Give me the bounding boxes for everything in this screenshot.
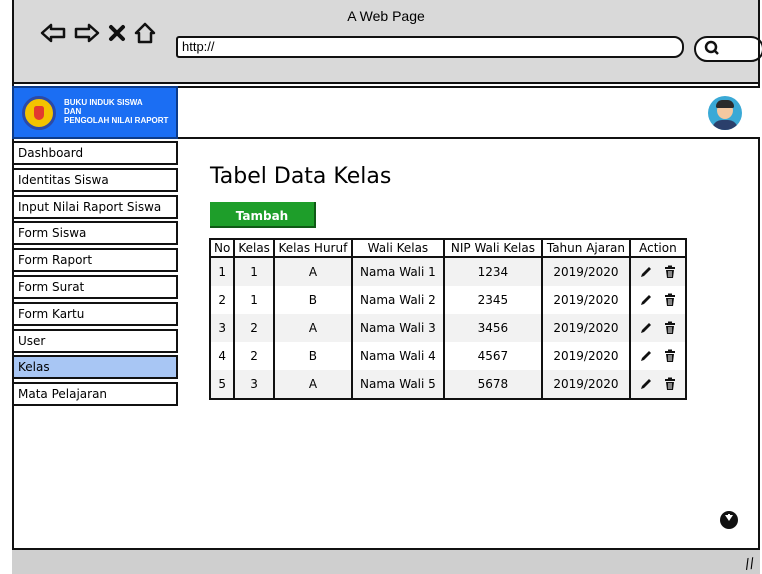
cell-action [628, 370, 687, 399]
cell-tahun-ajaran: 2019/2020 [540, 286, 631, 314]
table-row: 2 1 B Nama Wali 2 2345 2019/2020 [208, 286, 687, 314]
sidebar-item-dashboard[interactable]: Dashboard [12, 141, 178, 165]
user-avatar[interactable] [708, 96, 742, 130]
edit-pencil-icon[interactable] [639, 265, 653, 279]
brand-line-2: DAN [64, 107, 82, 116]
column-header-nip-wali-kelas: NIP Wali Kelas [442, 238, 543, 258]
cell-kelas-huruf: A [272, 257, 353, 286]
delete-trash-icon[interactable] [663, 377, 677, 391]
sidebar-item-identitas-siswa[interactable]: Identitas Siswa [12, 167, 178, 192]
cell-tahun-ajaran: 2019/2020 [540, 257, 631, 286]
cell-nip: 3456 [442, 314, 543, 342]
column-header-tahun-ajaran: Tahun Ajaran [540, 238, 631, 258]
top-header-bar [178, 86, 760, 139]
school-logo-icon [22, 96, 56, 130]
column-header-action: Action [628, 238, 687, 258]
cell-nip: 1234 [442, 257, 543, 286]
cell-wali-kelas: Nama Wali 1 [350, 257, 445, 286]
edit-pencil-icon[interactable] [639, 293, 653, 307]
sidebar-item-form-kartu[interactable]: Form Kartu [12, 301, 178, 326]
table-row: 5 3 A Nama Wali 5 5678 2019/2020 [208, 370, 687, 399]
cell-kelas: 3 [233, 370, 275, 399]
cell-nip: 4567 [442, 342, 543, 370]
cell-no: 5 [208, 370, 236, 399]
brand-line-3: PENGOLAH NILAI RAPORT [64, 116, 169, 125]
page-title: Tabel Data Kelas [210, 164, 392, 189]
resize-handle-icon[interactable]: // [743, 555, 755, 572]
cell-kelas-huruf: A [272, 314, 353, 342]
table-row: 3 2 A Nama Wali 3 3456 2019/2020 [208, 314, 687, 342]
cell-kelas: 2 [233, 342, 275, 370]
cell-kelas: 1 [233, 286, 275, 314]
cell-action [628, 342, 687, 370]
class-data-table: No Kelas Kelas Huruf Wali Kelas NIP Wali… [208, 238, 687, 400]
cell-tahun-ajaran: 2019/2020 [540, 370, 631, 399]
edit-pencil-icon[interactable] [639, 377, 653, 391]
table-header-row: No Kelas Kelas Huruf Wali Kelas NIP Wali… [208, 238, 687, 258]
column-header-kelas: Kelas [233, 238, 275, 258]
browser-statusbar: // [12, 548, 760, 574]
cell-kelas-huruf: A [272, 370, 353, 399]
sidebar-nav: Dashboard Identitas Siswa Input Nilai Ra… [12, 141, 178, 409]
cell-wali-kelas: Nama Wali 2 [350, 286, 445, 314]
brand-text: BUKU INDUK SISWA DAN PENGOLAH NILAI RAPO… [64, 98, 168, 125]
delete-trash-icon[interactable] [663, 265, 677, 279]
cell-no: 4 [208, 342, 236, 370]
cell-kelas-huruf: B [272, 286, 353, 314]
cell-action [628, 257, 687, 286]
table-row: 4 2 B Nama Wali 4 4567 2019/2020 [208, 342, 687, 370]
delete-trash-icon[interactable] [663, 321, 677, 335]
sidebar-item-form-raport[interactable]: Form Raport [12, 248, 178, 273]
cell-nip: 2345 [442, 286, 543, 314]
cell-action [628, 286, 687, 314]
delete-trash-icon[interactable] [663, 349, 677, 363]
cell-wali-kelas: Nama Wali 5 [350, 370, 445, 399]
cell-nip: 5678 [442, 370, 543, 399]
cell-kelas: 1 [233, 257, 275, 286]
app-brand: BUKU INDUK SISWA DAN PENGOLAH NILAI RAPO… [12, 86, 178, 139]
sidebar-item-mata-pelajaran[interactable]: Mata Pelajaran [12, 382, 178, 407]
column-header-wali-kelas: Wali Kelas [350, 238, 445, 258]
cell-no: 3 [208, 314, 236, 342]
cell-wali-kelas: Nama Wali 3 [350, 314, 445, 342]
cell-wali-kelas: Nama Wali 4 [350, 342, 445, 370]
cell-no: 1 [208, 257, 236, 286]
add-class-button[interactable]: Tambah Kelas [210, 202, 316, 249]
sidebar-item-form-surat[interactable]: Form Surat [12, 274, 178, 299]
sidebar-item-input-nilai-raport[interactable]: Input Nilai Raport Siswa [12, 194, 178, 219]
cell-action [628, 314, 687, 342]
cell-tahun-ajaran: 2019/2020 [540, 342, 631, 370]
edit-pencil-icon[interactable] [639, 349, 653, 363]
sidebar-item-form-siswa[interactable]: Form Siswa [12, 221, 178, 246]
cell-tahun-ajaran: 2019/2020 [540, 314, 631, 342]
delete-trash-icon[interactable] [663, 293, 677, 307]
cell-kelas-huruf: B [272, 342, 353, 370]
column-header-kelas-huruf: Kelas Huruf [272, 238, 353, 258]
table-row: 1 1 A Nama Wali 1 1234 2019/2020 [208, 257, 687, 286]
column-header-no: No [208, 238, 236, 258]
sidebar-item-kelas[interactable]: Kelas [12, 355, 178, 380]
edit-pencil-icon[interactable] [639, 321, 653, 335]
scroll-down-icon[interactable] [720, 511, 738, 529]
cell-no: 2 [208, 286, 236, 314]
brand-line-1: BUKU INDUK SISWA [64, 98, 143, 107]
cell-kelas: 2 [233, 314, 275, 342]
sidebar-item-user[interactable]: User [12, 328, 178, 353]
